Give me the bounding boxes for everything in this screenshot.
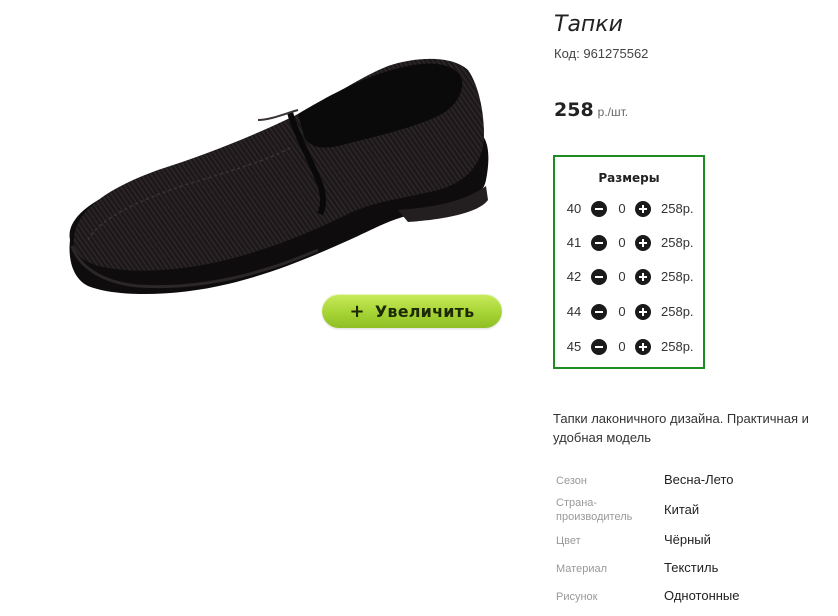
plus-circle-icon[interactable] (635, 235, 651, 251)
size-price: 258р. (661, 235, 694, 250)
spec-value: Китай (664, 502, 700, 517)
spec-label: Сезон (556, 475, 587, 487)
product-description: Тапки лаконичного дизайна. Практичная и … (553, 411, 809, 445)
spec-value: Чёрный (664, 532, 711, 547)
minus-circle-icon[interactable] (591, 339, 607, 355)
size-row: 44 0 258р. (555, 302, 705, 322)
size-row: 42 0 258р. (555, 267, 705, 287)
spec-label: Материал (556, 563, 607, 575)
product-code-label: Код: (554, 46, 580, 61)
spec-value: Однотонные (664, 588, 740, 603)
size-label: 45 (566, 339, 582, 354)
price-amount: 258 (554, 99, 594, 121)
size-price: 258р. (661, 201, 694, 216)
product-code: Код: 961275562 (554, 46, 648, 61)
size-price: 258р. (661, 269, 694, 284)
spec-label: Цвет (556, 535, 581, 547)
product-price: 258 р./шт. (554, 99, 628, 121)
size-quantity: 0 (618, 339, 626, 354)
size-label: 40 (566, 201, 582, 216)
product-title: Тапки (554, 12, 623, 37)
zoom-button[interactable]: + Увеличить (322, 294, 502, 328)
minus-circle-icon[interactable] (591, 304, 607, 320)
product-image[interactable] (58, 50, 498, 310)
size-quantity: 0 (618, 269, 626, 284)
size-label: 41 (566, 235, 582, 250)
price-unit: р./шт. (597, 105, 629, 119)
plus-circle-icon[interactable] (635, 269, 651, 285)
size-price: 258р. (661, 339, 694, 354)
plus-icon: + (349, 300, 365, 322)
minus-circle-icon[interactable] (591, 269, 607, 285)
size-row: 40 0 258р. (555, 199, 705, 219)
zoom-button-label: Увеличить (374, 301, 475, 321)
spec-value: Текстиль (664, 560, 719, 575)
sizes-box: Размеры 40 0 258р. 41 0 258р. 42 0 258р.… (553, 155, 705, 369)
plus-circle-icon[interactable] (635, 201, 651, 217)
size-row: 45 0 258р. (555, 337, 705, 357)
minus-circle-icon[interactable] (591, 201, 607, 217)
spec-label-line: производитель (556, 511, 633, 523)
plus-circle-icon[interactable] (635, 339, 651, 355)
size-price: 258р. (661, 304, 694, 319)
plus-circle-icon[interactable] (635, 304, 651, 320)
spec-label: Рисунок (556, 591, 598, 603)
spec-label: Страна- производитель (556, 496, 656, 524)
product-code-value: 961275562 (583, 46, 649, 61)
size-quantity: 0 (618, 235, 626, 250)
size-quantity: 0 (618, 304, 626, 319)
size-label: 42 (566, 269, 582, 284)
size-label: 44 (566, 304, 582, 319)
spec-value: Весна-Лето (664, 472, 734, 487)
shoe-image (69, 58, 489, 295)
size-row: 41 0 258р. (555, 233, 705, 253)
spec-label-line: Страна- (556, 497, 598, 509)
minus-circle-icon[interactable] (591, 235, 607, 251)
sizes-title: Размеры (598, 171, 660, 185)
size-quantity: 0 (618, 201, 626, 216)
